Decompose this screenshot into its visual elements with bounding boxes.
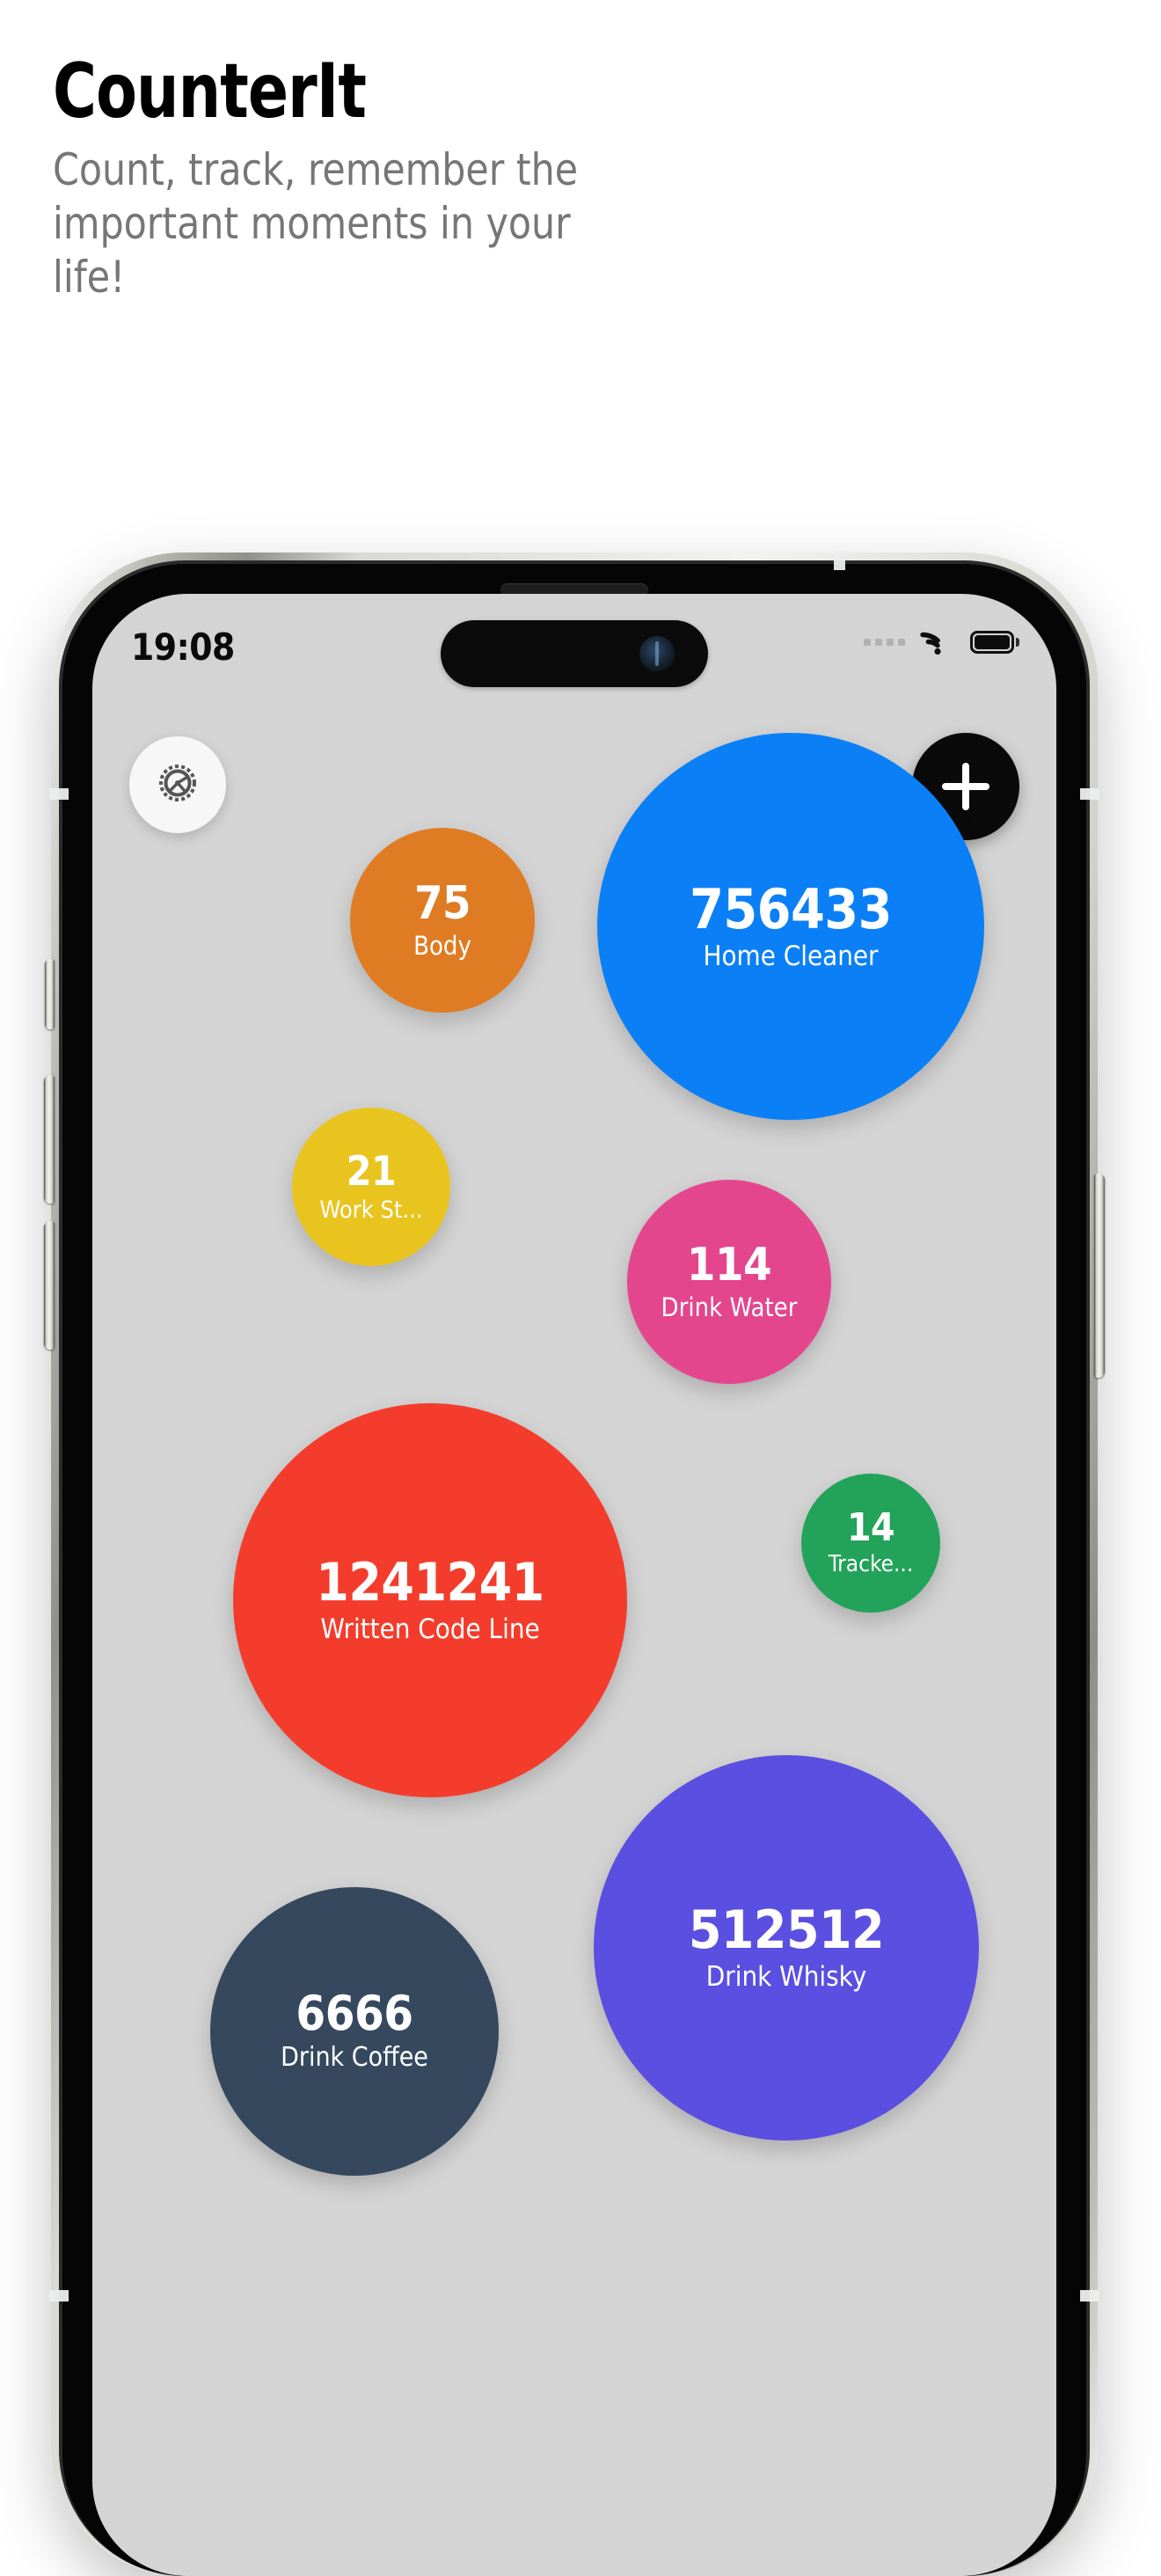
action-button[interactable] xyxy=(45,959,55,1029)
counter-value: 756433 xyxy=(690,876,892,941)
page-subtitle: Count, track, remember the important mom… xyxy=(53,144,579,303)
counter-value: 114 xyxy=(686,1239,772,1292)
antenna-band xyxy=(49,788,69,800)
counter-bubble[interactable]: 1241241 Written Code Line xyxy=(233,1403,627,1797)
counter-label: Home Cleaner xyxy=(703,940,879,972)
antenna-band xyxy=(1080,788,1099,800)
counter-bubble[interactable]: 114 Drink Water xyxy=(627,1180,831,1384)
power-button[interactable] xyxy=(1094,1174,1105,1378)
counter-label: Drink Whisky xyxy=(705,1960,867,1993)
antenna-band xyxy=(834,551,845,570)
phone-screen: 19:08 75 Body 756433 Home Cleaner 21 Wor… xyxy=(92,594,1056,2576)
antenna-band xyxy=(49,2290,69,2302)
counter-label: Body xyxy=(413,930,471,961)
counter-label: Written Code Line xyxy=(320,1613,540,1645)
counter-value: 6666 xyxy=(296,1986,413,2042)
volume-down-button[interactable] xyxy=(44,1221,55,1350)
counter-bubble[interactable]: 512512 Drink Whisky xyxy=(594,1755,979,2141)
counter-label: Drink Coffee xyxy=(281,2042,428,2074)
counter-value: 75 xyxy=(413,877,471,931)
counter-value: 14 xyxy=(846,1504,895,1550)
page-title: CounterIt xyxy=(53,48,367,135)
counter-bubble[interactable]: 756433 Home Cleaner xyxy=(597,733,984,1120)
counter-value: 21 xyxy=(346,1147,397,1196)
counter-bubble[interactable]: 21 Work St... xyxy=(292,1108,450,1266)
marketing-header: CounterIt Count, track, remember the imp… xyxy=(0,0,1161,545)
counter-bubble[interactable]: 75 Body xyxy=(350,828,535,1013)
counter-bubble-list: 75 Body 756433 Home Cleaner 21 Work St... 114 D… xyxy=(92,594,1056,2576)
phone-mockup: 19:08 75 Body 756433 Home Cleaner 21 Wor… xyxy=(44,551,1105,2576)
volume-up-button[interactable] xyxy=(44,1075,55,1204)
counter-value: 512512 xyxy=(688,1899,885,1961)
counter-label: Drink Water xyxy=(661,1292,798,1322)
counter-value: 1241241 xyxy=(316,1551,544,1614)
antenna-band xyxy=(1080,2290,1099,2302)
counter-bubble[interactable]: 14 Tracke... xyxy=(801,1474,940,1613)
counter-label: Tracke... xyxy=(828,1551,914,1578)
counter-label: Work St... xyxy=(319,1196,423,1224)
counter-bubble[interactable]: 6666 Drink Coffee xyxy=(210,1887,499,2176)
